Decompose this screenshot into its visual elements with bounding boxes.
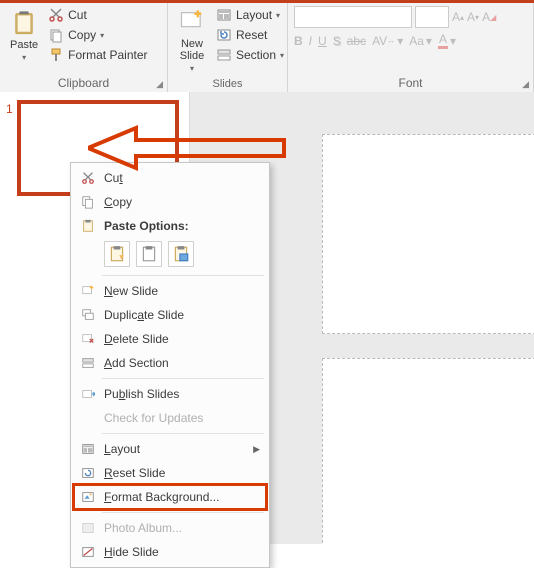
clipboard-group: Paste ▾ Cut Copy ▾ Format Painter (0, 3, 168, 92)
font-group: A▴ A▾ A◢ B I U S abc AV↔▾ Aa▾ A▾ Font ◢ (288, 3, 534, 92)
hide-slide-icon (80, 544, 96, 560)
section-icon (216, 47, 232, 63)
ctx-publish-slides[interactable]: Publish Slides (74, 382, 266, 406)
new-slide-icon (80, 283, 96, 299)
publish-icon (80, 386, 96, 402)
ctx-photo-album: Photo Album... (74, 516, 266, 540)
chevron-down-icon: ▾ (100, 31, 104, 40)
layout-icon (80, 441, 96, 457)
paste-option-keep-source[interactable] (136, 241, 162, 267)
copy-button[interactable]: Copy ▾ (46, 26, 149, 44)
reset-icon (216, 27, 232, 43)
dialog-launcher-icon[interactable]: ◢ (522, 79, 529, 90)
ribbon: Paste ▾ Cut Copy ▾ Format Painter (0, 0, 534, 92)
change-case-button[interactable]: Aa▾ (409, 34, 432, 48)
photo-album-icon (80, 520, 96, 536)
submenu-arrow-icon: ▶ (253, 444, 260, 455)
font-name-combo[interactable] (294, 6, 412, 28)
bold-button[interactable]: B (294, 34, 303, 48)
font-color-button[interactable]: A▾ (438, 32, 456, 49)
clipboard-group-label: Clipboard ◢ (6, 74, 161, 92)
clipboard-icon (80, 218, 96, 234)
section-button[interactable]: Section ▾ (214, 46, 286, 64)
format-painter-button[interactable]: Format Painter (46, 46, 149, 64)
title-placeholder[interactable] (322, 134, 534, 334)
cut-button[interactable]: Cut (46, 6, 149, 24)
ctx-format-background[interactable]: Format Background... (74, 485, 266, 509)
delete-icon (80, 331, 96, 347)
font-group-label: Font ◢ (294, 74, 527, 92)
ctx-copy[interactable]: Copy (74, 190, 266, 214)
reset-icon (80, 465, 96, 481)
underline-button[interactable]: U (318, 34, 327, 48)
ctx-delete-slide[interactable]: Delete Slide (74, 327, 266, 351)
chevron-down-icon: ▾ (280, 51, 284, 60)
content-placeholder[interactable] (322, 358, 534, 544)
ctx-add-section[interactable]: Add Section (74, 351, 266, 375)
slides-group: NewSlide ▾ Layout ▾ Reset Section ▾ (168, 3, 288, 92)
clear-format-button[interactable]: A◢ (482, 10, 496, 24)
reset-button[interactable]: Reset (214, 26, 286, 44)
new-slide-icon (178, 8, 206, 36)
duplicate-icon (80, 307, 96, 323)
paste-option-picture[interactable] (168, 241, 194, 267)
ctx-layout[interactable]: Layout ▶ (74, 437, 266, 461)
layout-icon (216, 7, 232, 23)
strike-button[interactable]: abc (347, 34, 366, 48)
chevron-down-icon: ▾ (190, 64, 194, 73)
char-spacing-button[interactable]: AV↔▾ (372, 34, 403, 48)
grow-font-button[interactable]: A▴ (452, 10, 464, 24)
scissors-icon (80, 170, 96, 186)
chevron-down-icon: ▾ (276, 11, 280, 20)
chevron-down-icon: ▾ (22, 53, 26, 62)
context-menu: Cut Copy Paste Options: New Slide Duplic… (70, 162, 270, 568)
shrink-font-button[interactable]: A▾ (467, 10, 479, 24)
new-slide-button[interactable]: NewSlide ▾ (174, 6, 210, 75)
paste-button[interactable]: Paste ▾ (6, 6, 42, 64)
paste-label: Paste (10, 39, 38, 51)
new-slide-label: NewSlide (180, 38, 204, 62)
paste-icon (10, 9, 38, 37)
ctx-check-updates: Check for Updates (74, 406, 266, 430)
ctx-cut[interactable]: Cut (74, 166, 266, 190)
slides-group-label: Slides (174, 76, 281, 92)
format-background-icon (80, 489, 96, 505)
ctx-duplicate-slide[interactable]: Duplicate Slide (74, 303, 266, 327)
ctx-paste-options-header: Paste Options: (74, 214, 266, 238)
paste-option-dest-theme[interactable] (104, 241, 130, 267)
layout-button[interactable]: Layout ▾ (214, 6, 286, 24)
copy-icon (48, 27, 64, 43)
slide-number: 1 (6, 102, 13, 194)
ctx-new-slide[interactable]: New Slide (74, 279, 266, 303)
ctx-reset-slide[interactable]: Reset Slide (74, 461, 266, 485)
paste-options-row (74, 238, 266, 272)
copy-icon (80, 194, 96, 210)
paintbrush-icon (48, 47, 64, 63)
section-icon (80, 355, 96, 371)
font-size-combo[interactable] (415, 6, 449, 28)
shadow-button[interactable]: S (333, 34, 341, 48)
italic-button[interactable]: I (309, 34, 312, 48)
scissors-icon (48, 7, 64, 23)
dialog-launcher-icon[interactable]: ◢ (156, 79, 163, 90)
